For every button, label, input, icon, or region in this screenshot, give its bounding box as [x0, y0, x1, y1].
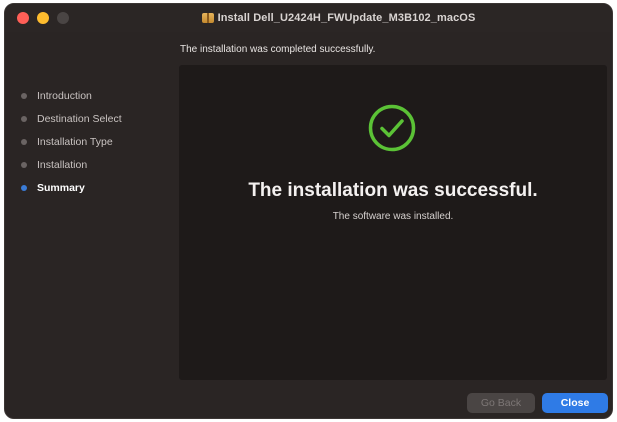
sidebar-item-destination-select: Destination Select	[17, 107, 177, 130]
sidebar-item-introduction: Introduction	[17, 84, 177, 107]
sidebar-item-installation: Installation	[17, 153, 177, 176]
package-icon	[201, 13, 214, 23]
success-headline: The installation was successful.	[248, 180, 538, 201]
window-title-area: Install Dell_U2424H_FWUpdate_M3B102_macO…	[5, 4, 612, 32]
window-title: Install Dell_U2424H_FWUpdate_M3B102_macO…	[217, 12, 476, 24]
go-back-button[interactable]: Go Back	[467, 393, 535, 413]
installer-window: Install Dell_U2424H_FWUpdate_M3B102_macO…	[4, 3, 613, 419]
sidebar-item-label: Installation	[37, 158, 88, 171]
step-dot-icon	[21, 161, 27, 168]
success-message: The software was installed.	[332, 211, 454, 222]
step-dot-icon	[21, 92, 27, 99]
sidebar-item-label: Introduction	[37, 89, 92, 102]
steps-sidebar: Introduction Destination Select Installa…	[17, 84, 177, 199]
sidebar-item-summary: Summary	[17, 176, 177, 199]
checkmark-circle-icon	[368, 104, 416, 152]
title-bar[interactable]: Install Dell_U2424H_FWUpdate_M3B102_macO…	[5, 4, 612, 32]
close-button[interactable]: Close	[542, 393, 608, 413]
step-dot-icon	[21, 115, 27, 122]
sidebar-item-installation-type: Installation Type	[17, 130, 177, 153]
summary-panel: The installation was successful. The sof…	[179, 65, 607, 380]
sidebar-item-label: Summary	[37, 181, 85, 194]
step-dot-active-icon	[21, 184, 27, 191]
sidebar-item-label: Destination Select	[37, 112, 122, 125]
sidebar-item-label: Installation Type	[37, 135, 113, 148]
step-dot-icon	[21, 138, 27, 145]
page-subtitle: The installation was completed successfu…	[180, 44, 376, 55]
